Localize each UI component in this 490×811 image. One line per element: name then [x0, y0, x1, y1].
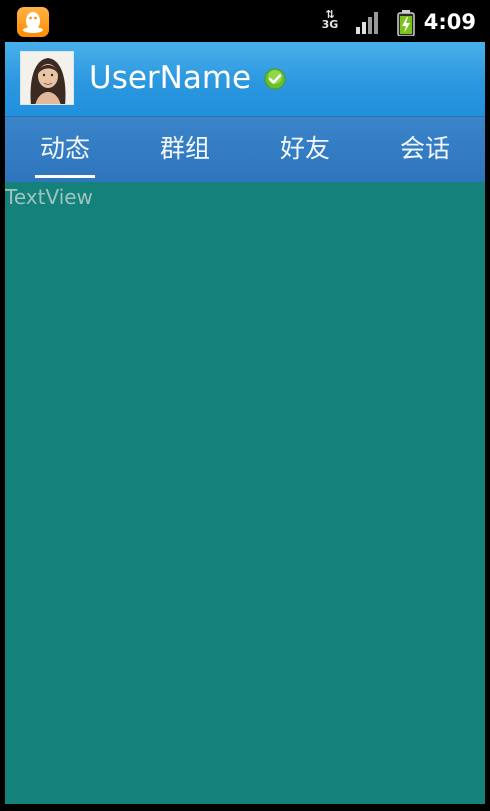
selected-tab-indicator [35, 175, 95, 178]
title-bar: UserName [5, 42, 485, 116]
tab-dynamics[interactable]: 动态 [5, 117, 125, 183]
signal-bars-icon [356, 12, 378, 34]
online-check-icon [264, 68, 286, 90]
network-label: 3G [321, 18, 339, 31]
avatar-photo-icon [21, 52, 73, 104]
tab-groups[interactable]: 群组 [125, 117, 245, 183]
username-label: UserName [89, 60, 252, 96]
status-clock: 4:09 [423, 10, 476, 34]
content-area: TextView [5, 182, 485, 804]
text-view: TextView [5, 185, 93, 209]
status-bar: ⇅ 3G 4:09 [0, 0, 490, 42]
tab-friends[interactable]: 好友 [245, 117, 365, 183]
tab-conversations[interactable]: 会话 [365, 117, 485, 183]
phone-screen: ⇅ 3G 4:09 UserName 动态 群组 好友 会话 TextView [0, 0, 490, 811]
network-3g-icon: ⇅ 3G [320, 9, 340, 34]
tab-bar: 动态 群组 好友 会话 [5, 116, 485, 182]
battery-charging-icon [397, 10, 415, 36]
qq-penguin-icon[interactable] [17, 7, 49, 37]
user-avatar[interactable] [20, 51, 74, 105]
app-window: UserName 动态 群组 好友 会话 TextView [5, 42, 485, 804]
